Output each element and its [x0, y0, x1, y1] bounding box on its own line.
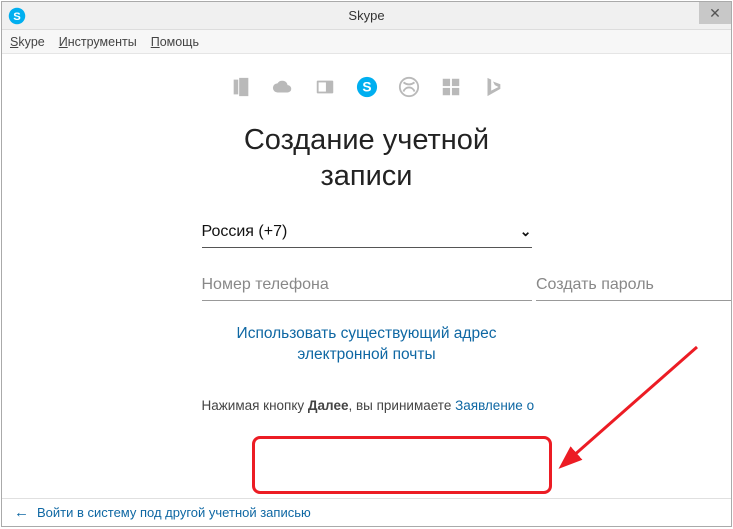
signup-form: Россия (+7) ⌄ Использовать существующий … — [202, 223, 532, 413]
window-title: Skype — [2, 8, 731, 23]
skype-app-icon: S — [8, 7, 26, 25]
menu-skype[interactable]: Skype — [10, 35, 45, 49]
xbox-icon — [398, 76, 420, 98]
menu-tools[interactable]: Инструменты — [59, 35, 137, 49]
annotation-highlight — [252, 436, 552, 494]
svg-text:S: S — [362, 80, 371, 95]
annotation-arrow — [557, 337, 717, 477]
close-button[interactable]: ✕ — [699, 2, 731, 24]
country-select[interactable]: Россия (+7) ⌄ — [202, 223, 532, 248]
onedrive-icon — [272, 76, 294, 98]
page-heading: Создание учетной записи — [2, 122, 731, 195]
bottom-bar: ← Войти в систему под другой учетной зап… — [2, 498, 731, 526]
bing-icon — [482, 76, 504, 98]
chevron-down-icon: ⌄ — [520, 223, 532, 240]
outlook-icon — [314, 76, 336, 98]
windows-icon — [440, 76, 462, 98]
menubar: Skype Инструменты Помощь — [2, 30, 731, 54]
app-window: S Skype ✕ Skype Инструменты Помощь S Соз… — [1, 1, 732, 527]
country-value: Россия (+7) — [202, 223, 288, 241]
back-arrow-icon[interactable]: ← — [14, 504, 29, 521]
use-existing-email-link[interactable]: Использовать существующий адрес электрон… — [202, 323, 532, 366]
skype-icon: S — [356, 76, 378, 98]
menu-help[interactable]: Помощь — [151, 35, 199, 49]
content-area: S Создание учетной записи Россия (+7) ⌄ … — [2, 54, 731, 498]
terms-link[interactable]: Заявление о — [455, 398, 534, 413]
titlebar: S Skype ✕ — [2, 2, 731, 30]
phone-input[interactable] — [202, 270, 532, 301]
switch-account-link[interactable]: Войти в систему под другой учетной запис… — [37, 505, 311, 520]
svg-text:S: S — [13, 10, 21, 22]
terms-text: Нажимая кнопку Далее, вы принимаете Заяв… — [202, 398, 532, 413]
office-icon — [230, 76, 252, 98]
password-input[interactable] — [536, 270, 731, 301]
service-icon-row: S — [2, 76, 731, 98]
